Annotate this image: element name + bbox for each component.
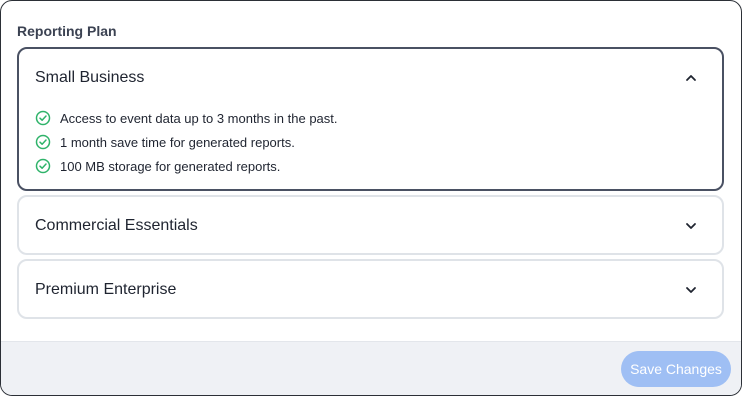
feature-item: 100 MB storage for generated reports. xyxy=(35,154,706,178)
plan-header-commercial-essentials[interactable]: Commercial Essentials xyxy=(19,197,722,255)
plan-name: Commercial Essentials xyxy=(35,217,198,234)
check-circle-icon xyxy=(35,158,51,174)
panel-footer: Save Changes xyxy=(1,341,741,395)
feature-item: Access to event data up to 3 months in t… xyxy=(35,106,706,130)
reporting-plan-panel: Reporting Plan Small Business Access to … xyxy=(0,0,742,396)
check-circle-icon xyxy=(35,134,51,150)
plan-small-business: Small Business Access to event data up t… xyxy=(17,47,724,191)
save-changes-button[interactable]: Save Changes xyxy=(621,351,731,387)
plan-header-small-business[interactable]: Small Business xyxy=(19,49,722,107)
chevron-up-icon[interactable] xyxy=(684,71,698,85)
feature-item: 1 month save time for generated reports. xyxy=(35,130,706,154)
chevron-down-icon[interactable] xyxy=(684,283,698,297)
feature-text: 100 MB storage for generated reports. xyxy=(60,158,281,174)
check-circle-icon xyxy=(35,110,51,126)
feature-text: 1 month save time for generated reports. xyxy=(60,134,295,150)
plan-premium-enterprise: Premium Enterprise xyxy=(17,259,724,319)
feature-list: Access to event data up to 3 months in t… xyxy=(35,106,706,178)
section-title: Reporting Plan xyxy=(17,23,117,39)
plan-commercial-essentials: Commercial Essentials xyxy=(17,195,724,255)
plan-header-premium-enterprise[interactable]: Premium Enterprise xyxy=(19,261,722,319)
feature-text: Access to event data up to 3 months in t… xyxy=(60,110,338,126)
plan-name: Small Business xyxy=(35,69,145,86)
plan-name: Premium Enterprise xyxy=(35,281,177,298)
panel-content: Reporting Plan Small Business Access to … xyxy=(1,1,741,343)
chevron-down-icon[interactable] xyxy=(684,219,698,233)
